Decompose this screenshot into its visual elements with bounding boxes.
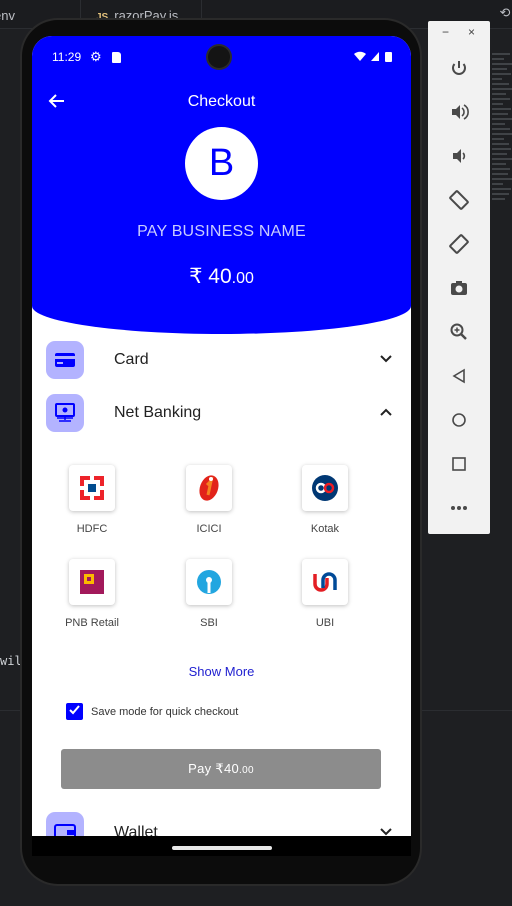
bank-kotak[interactable]: Kotak: [290, 465, 360, 535]
camera-icon[interactable]: [445, 274, 473, 302]
kotak-logo-icon: [302, 465, 348, 511]
icici-logo-icon: [186, 465, 232, 511]
save-mode-label: Save mode for quick checkout: [91, 706, 239, 718]
volume-down-icon[interactable]: [445, 142, 473, 170]
bank-hdfc[interactable]: HDFC: [57, 465, 127, 535]
method-row-wallet[interactable]: Wallet: [46, 812, 396, 836]
power-icon[interactable]: [445, 54, 473, 82]
more-icon[interactable]: [445, 494, 473, 522]
amount-display: ₹ 40.00: [189, 265, 254, 288]
ide-minimap: [490, 50, 512, 600]
emulator-toolbar: − ×: [428, 21, 490, 534]
pay-button[interactable]: Pay ₹40.00: [61, 749, 381, 789]
checkout-header: 11:29 ⚙ Checkout B PAY BUSINESS NAME ₹ 4…: [32, 36, 411, 334]
sd-card-icon: [112, 52, 121, 63]
overview-icon[interactable]: [445, 450, 473, 478]
ide-settings-icon[interactable]: ⟲: [498, 6, 512, 20]
card-icon: [46, 341, 84, 379]
ide-code-fragment: wil: [0, 654, 22, 668]
chevron-up-icon[interactable]: [376, 402, 396, 422]
wallet-icon: [46, 812, 84, 836]
signal-battery-icons: [353, 50, 397, 65]
method-label-wallet: Wallet: [114, 824, 158, 836]
chevron-down-icon[interactable]: [376, 349, 396, 369]
back-icon[interactable]: [445, 362, 473, 390]
bank-ubi[interactable]: UBI: [290, 559, 360, 629]
ubi-logo-icon: [302, 559, 348, 605]
rotate-right-icon[interactable]: [445, 230, 473, 258]
business-avatar: B: [185, 127, 258, 200]
method-row-card[interactable]: Card: [46, 341, 396, 381]
front-camera: [208, 46, 230, 68]
method-label-netbanking: Net Banking: [114, 404, 202, 421]
show-more-link[interactable]: Show More: [32, 664, 411, 679]
settings-status-icon: ⚙: [90, 49, 102, 64]
sbi-logo-icon: [186, 559, 232, 605]
close-icon[interactable]: ×: [468, 25, 475, 39]
business-name: PAY BUSINESS NAME: [137, 223, 306, 240]
bank-sbi[interactable]: SBI: [174, 559, 244, 629]
netbanking-icon: [46, 394, 84, 432]
save-mode-checkbox[interactable]: [66, 703, 83, 720]
bank-icici[interactable]: ICICI: [174, 465, 244, 535]
gesture-nav-bar: [32, 836, 411, 856]
home-gesture-handle[interactable]: [172, 846, 272, 850]
status-time: 11:29: [52, 50, 82, 64]
rotate-left-icon[interactable]: [445, 186, 473, 214]
chevron-down-icon[interactable]: [376, 822, 396, 836]
phone-screen: 11:29 ⚙ Checkout B PAY BUSINESS NAME ₹ 4…: [32, 36, 411, 836]
bank-pnb[interactable]: PNB Retail: [57, 559, 127, 629]
hdfc-logo-icon: [69, 465, 115, 511]
minimize-icon[interactable]: −: [442, 25, 449, 39]
zoom-icon[interactable]: [445, 318, 473, 346]
volume-up-icon[interactable]: [445, 98, 473, 126]
pnb-logo-icon: [69, 559, 115, 605]
method-row-netbanking[interactable]: Net Banking: [46, 394, 396, 434]
method-label-card: Card: [114, 351, 149, 368]
page-title: Checkout: [187, 93, 256, 110]
home-icon[interactable]: [445, 406, 473, 434]
